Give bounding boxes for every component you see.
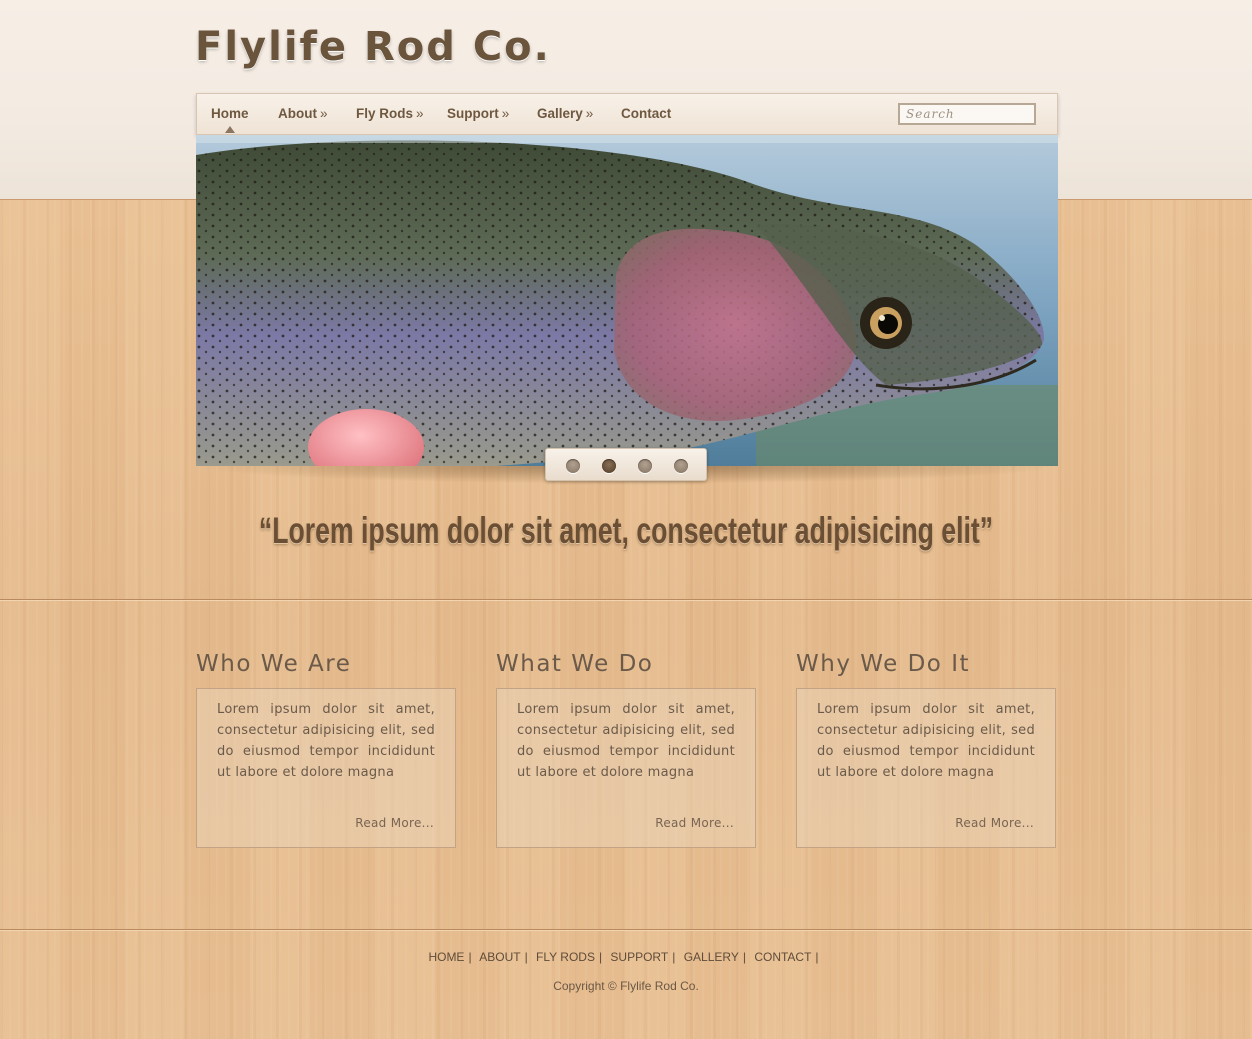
nav-item-home[interactable]: Home bbox=[211, 106, 249, 121]
chevron-right-icon: » bbox=[416, 106, 424, 121]
chevron-right-icon: » bbox=[319, 106, 328, 121]
copyright-text: Copyright © Flylife Rod Co. bbox=[553, 979, 699, 993]
footer-link-gallery[interactable]: GALLERY bbox=[684, 950, 739, 964]
footer-divider bbox=[0, 929, 1252, 931]
read-more-link[interactable]: Read More... bbox=[655, 816, 734, 830]
tagline-quote: “Lorem ipsum dolor sit amet, consectetur… bbox=[258, 510, 994, 551]
site-logo[interactable]: Flylife Rod Co. bbox=[195, 24, 551, 70]
slider-pagination bbox=[545, 448, 707, 481]
nav-item-gallery[interactable]: Gallery» bbox=[537, 106, 593, 121]
nav-item-label: Home bbox=[211, 106, 249, 121]
footer-nav: HOME | ABOUT | FLY RODS | SUPPORT | GALLERY |… bbox=[0, 950, 1252, 964]
nav-item-label: Gallery bbox=[537, 106, 583, 121]
nav-item-label: About bbox=[278, 106, 317, 121]
footer-link-fly-rods[interactable]: FLY RODS bbox=[536, 950, 595, 964]
column-text: Lorem ipsum dolor sit amet, consectetur … bbox=[217, 702, 435, 780]
nav-item-label: Contact bbox=[621, 106, 672, 121]
column-text: Lorem ipsum dolor sit amet, consectetur … bbox=[817, 702, 1035, 780]
footer-separator: | bbox=[672, 950, 676, 964]
nav-item-label: Fly Rods bbox=[356, 106, 414, 121]
column-box-what-we-do: Lorem ipsum dolor sit amet, consectetur … bbox=[496, 688, 756, 848]
nav-item-support[interactable]: Support» bbox=[447, 106, 509, 121]
footer-link-support[interactable]: SUPPORT bbox=[610, 950, 668, 964]
nav-item-contact[interactable]: Contact bbox=[621, 106, 671, 121]
active-nav-indicator-icon bbox=[225, 126, 235, 133]
footer-link-about[interactable]: ABOUT bbox=[479, 950, 520, 964]
footer-separator: | bbox=[468, 950, 472, 964]
hero-slider-image[interactable] bbox=[196, 135, 1058, 466]
section-divider bbox=[0, 599, 1252, 601]
trout-photo bbox=[196, 135, 1058, 466]
column-title-who-we-are: Who We Are bbox=[196, 651, 352, 677]
column-title-what-we-do: What We Do bbox=[496, 651, 654, 677]
footer-separator: | bbox=[815, 950, 819, 964]
column-box-why-we-do-it: Lorem ipsum dolor sit amet, consectetur … bbox=[796, 688, 1056, 848]
main-nav: Home About» Fly Rods» Support» Gallery» … bbox=[196, 93, 1058, 135]
nav-item-fly-rods[interactable]: Fly Rods» bbox=[356, 106, 424, 121]
column-text: Lorem ipsum dolor sit amet, consectetur … bbox=[517, 702, 735, 780]
read-more-link[interactable]: Read More... bbox=[955, 816, 1034, 830]
nav-item-label: Support bbox=[447, 106, 499, 121]
column-title-why-we-do-it: Why We Do It bbox=[796, 651, 970, 677]
footer-separator: | bbox=[524, 950, 528, 964]
footer-separator: | bbox=[742, 950, 746, 964]
footer-separator: | bbox=[598, 950, 603, 964]
slide-dot-3[interactable] bbox=[638, 459, 652, 473]
footer-link-home[interactable]: HOME bbox=[428, 950, 464, 964]
search-input[interactable] bbox=[898, 103, 1036, 125]
nav-item-about[interactable]: About» bbox=[278, 106, 328, 121]
slide-dot-1[interactable] bbox=[566, 459, 580, 473]
column-box-who-we-are: Lorem ipsum dolor sit amet, consectetur … bbox=[196, 688, 456, 848]
slide-dot-2[interactable] bbox=[602, 459, 616, 473]
footer-link-contact[interactable]: CONTACT bbox=[754, 950, 811, 964]
slide-dot-4[interactable] bbox=[674, 459, 688, 473]
chevron-right-icon: » bbox=[501, 106, 510, 121]
read-more-link[interactable]: Read More... bbox=[355, 816, 434, 830]
chevron-right-icon: » bbox=[585, 106, 594, 121]
